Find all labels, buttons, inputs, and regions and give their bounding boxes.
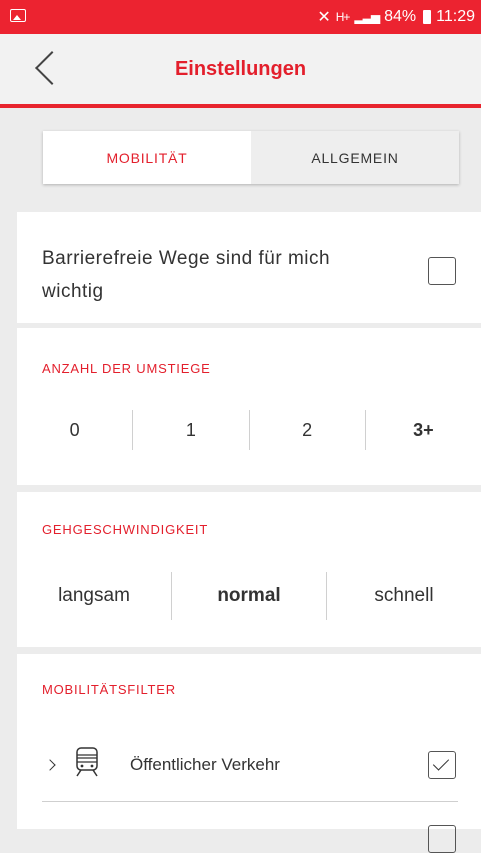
barrier-free-card: Barrierefreie Wege sind für mich wichtig xyxy=(17,212,481,323)
transfers-option-3plus[interactable]: 3+ xyxy=(364,410,481,450)
tab-allgemein[interactable]: ALLGEMEIN xyxy=(251,131,459,184)
mobility-filter-card: MOBILITÄTSFILTER Öffentlicher Verkehr xyxy=(17,654,481,853)
train-icon xyxy=(76,747,98,777)
barrier-free-checkbox[interactable] xyxy=(428,257,456,285)
mobility-filter-heading: MOBILITÄTSFILTER xyxy=(42,682,176,697)
walking-speed-card: GEHGESCHWINDIGKEIT langsam normal schnel… xyxy=(17,492,481,647)
app-bar: Einstellungen xyxy=(0,34,481,108)
mute-icon: ✕ xyxy=(317,9,331,26)
status-icons: ✕ H+ ▂▃▅ 84% 11:29 xyxy=(317,7,475,27)
speed-option-fast[interactable]: schnell xyxy=(326,572,481,620)
next-filter-checkbox[interactable] xyxy=(428,825,456,853)
public-transport-checkbox[interactable] xyxy=(428,751,456,779)
battery-icon xyxy=(423,10,432,24)
barrier-free-label: Barrierefreie Wege sind für mich wichtig xyxy=(42,248,331,302)
signal-icon: ▂▃▅ xyxy=(354,10,380,24)
walking-speed-heading: GEHGESCHWINDIGKEIT xyxy=(42,522,209,537)
page-title: Einstellungen xyxy=(174,58,307,80)
tab-mobilitaet[interactable]: MOBILITÄT xyxy=(43,131,251,184)
transfers-heading: ANZAHL DER UMSTIEGE xyxy=(42,361,211,376)
image-notification-icon xyxy=(10,9,26,22)
transfers-card: ANZAHL DER UMSTIEGE 0 1 2 3+ xyxy=(17,328,481,485)
speed-option-slow[interactable]: langsam xyxy=(17,572,171,620)
transfers-option-2[interactable]: 2 xyxy=(248,410,365,450)
status-bar: ✕ H+ ▂▃▅ 84% 11:29 xyxy=(0,0,481,34)
network-type: H+ xyxy=(335,10,351,24)
filter-row-public-transport[interactable]: Öffentlicher Verkehr xyxy=(17,735,481,795)
transfers-option-0[interactable]: 0 xyxy=(17,410,132,450)
divider xyxy=(42,801,458,802)
settings-tabs: MOBILITÄT ALLGEMEIN xyxy=(43,131,459,184)
transfers-option-1[interactable]: 1 xyxy=(132,410,248,450)
speed-option-normal[interactable]: normal xyxy=(171,572,326,620)
walking-speed-selector: langsam normal schnell xyxy=(17,572,481,620)
chevron-right-icon[interactable] xyxy=(44,759,56,771)
battery-level: 84% xyxy=(384,8,417,25)
clock: 11:29 xyxy=(436,8,475,25)
filter-label-public-transport: Öffentlicher Verkehr xyxy=(130,755,280,774)
transfers-selector: 0 1 2 3+ xyxy=(17,410,481,450)
